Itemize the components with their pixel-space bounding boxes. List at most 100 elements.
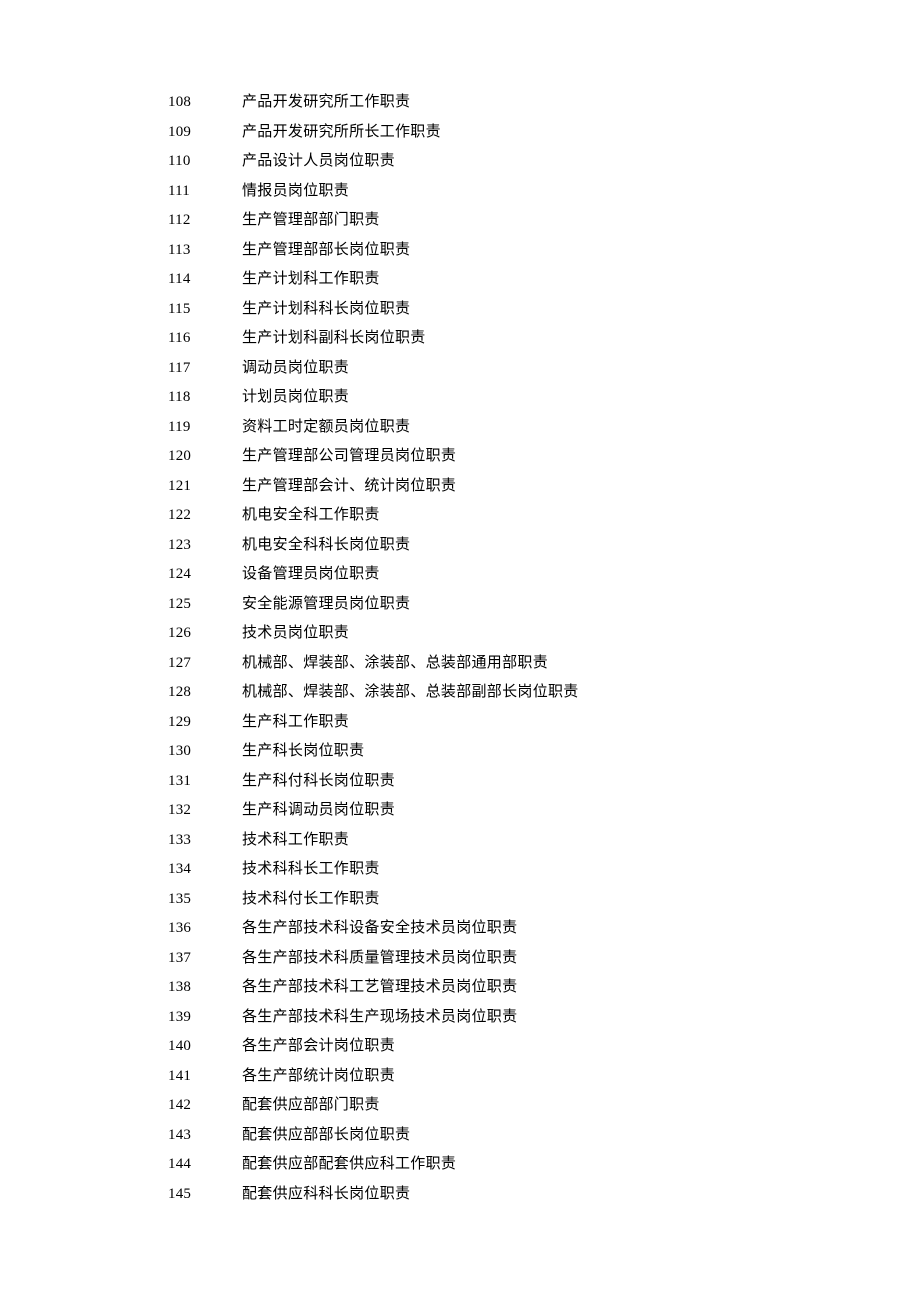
toc-entry-number: 113 bbox=[168, 236, 242, 266]
toc-entry-number: 118 bbox=[168, 383, 242, 413]
toc-entry-title: 配套供应科科长岗位职责 bbox=[242, 1180, 410, 1210]
toc-row: 134技术科科长工作职责 bbox=[168, 855, 920, 885]
toc-entry-number: 144 bbox=[168, 1150, 242, 1180]
toc-entry-title: 机械部、焊装部、涂装部、总装部通用部职责 bbox=[242, 649, 548, 679]
toc-entry-number: 137 bbox=[168, 944, 242, 974]
toc-entry-title: 配套供应部部长岗位职责 bbox=[242, 1121, 410, 1151]
toc-entry-number: 130 bbox=[168, 737, 242, 767]
toc-entry-number: 108 bbox=[168, 88, 242, 118]
toc-entry-title: 生产管理部会计、统计岗位职责 bbox=[242, 472, 456, 502]
toc-row: 141各生产部统计岗位职责 bbox=[168, 1062, 920, 1092]
toc-row: 131生产科付科长岗位职责 bbox=[168, 767, 920, 797]
toc-row: 124设备管理员岗位职责 bbox=[168, 560, 920, 590]
toc-entry-title: 生产科长岗位职责 bbox=[242, 737, 364, 767]
toc-entry-title: 生产计划科科长岗位职责 bbox=[242, 295, 410, 325]
toc-entry-title: 机械部、焊装部、涂装部、总装部副部长岗位职责 bbox=[242, 678, 579, 708]
toc-entry-title: 安全能源管理员岗位职责 bbox=[242, 590, 410, 620]
toc-entry-title: 机电安全科工作职责 bbox=[242, 501, 380, 531]
toc-entry-number: 109 bbox=[168, 118, 242, 148]
toc-row: 110产品设计人员岗位职责 bbox=[168, 147, 920, 177]
toc-entry-title: 技术科科长工作职责 bbox=[242, 855, 380, 885]
toc-row: 118计划员岗位职责 bbox=[168, 383, 920, 413]
toc-row: 125安全能源管理员岗位职责 bbox=[168, 590, 920, 620]
toc-entry-number: 133 bbox=[168, 826, 242, 856]
toc-entry-number: 143 bbox=[168, 1121, 242, 1151]
toc-entry-number: 122 bbox=[168, 501, 242, 531]
toc-row: 138各生产部技术科工艺管理技术员岗位职责 bbox=[168, 973, 920, 1003]
toc-row: 137各生产部技术科质量管理技术员岗位职责 bbox=[168, 944, 920, 974]
toc-entry-number: 140 bbox=[168, 1032, 242, 1062]
toc-entry-title: 技术科付长工作职责 bbox=[242, 885, 380, 915]
toc-entry-number: 126 bbox=[168, 619, 242, 649]
toc-row: 109产品开发研究所所长工作职责 bbox=[168, 118, 920, 148]
toc-entry-number: 142 bbox=[168, 1091, 242, 1121]
table-of-contents: 108产品开发研究所工作职责109产品开发研究所所长工作职责110产品设计人员岗… bbox=[168, 88, 920, 1209]
toc-entry-title: 技术科工作职责 bbox=[242, 826, 349, 856]
toc-row: 114生产计划科工作职责 bbox=[168, 265, 920, 295]
toc-row: 122机电安全科工作职责 bbox=[168, 501, 920, 531]
toc-entry-number: 111 bbox=[168, 177, 242, 207]
toc-entry-title: 配套供应部部门职责 bbox=[242, 1091, 380, 1121]
toc-row: 119资料工时定额员岗位职责 bbox=[168, 413, 920, 443]
toc-entry-title: 各生产部技术科质量管理技术员岗位职责 bbox=[242, 944, 517, 974]
toc-row: 143配套供应部部长岗位职责 bbox=[168, 1121, 920, 1151]
toc-entry-title: 配套供应部配套供应科工作职责 bbox=[242, 1150, 456, 1180]
toc-row: 142配套供应部部门职责 bbox=[168, 1091, 920, 1121]
toc-entry-title: 各生产部技术科生产现场技术员岗位职责 bbox=[242, 1003, 517, 1033]
toc-entry-title: 生产计划科工作职责 bbox=[242, 265, 380, 295]
toc-entry-number: 135 bbox=[168, 885, 242, 915]
toc-entry-number: 125 bbox=[168, 590, 242, 620]
toc-entry-title: 生产管理部公司管理员岗位职责 bbox=[242, 442, 456, 472]
toc-row: 115生产计划科科长岗位职责 bbox=[168, 295, 920, 325]
toc-row: 123机电安全科科长岗位职责 bbox=[168, 531, 920, 561]
toc-row: 111情报员岗位职责 bbox=[168, 177, 920, 207]
toc-entry-number: 116 bbox=[168, 324, 242, 354]
toc-row: 145配套供应科科长岗位职责 bbox=[168, 1180, 920, 1210]
toc-entry-title: 调动员岗位职责 bbox=[242, 354, 349, 384]
toc-entry-title: 生产管理部部长岗位职责 bbox=[242, 236, 410, 266]
toc-entry-number: 141 bbox=[168, 1062, 242, 1092]
toc-entry-title: 生产科付科长岗位职责 bbox=[242, 767, 395, 797]
toc-entry-title: 设备管理员岗位职责 bbox=[242, 560, 380, 590]
toc-entry-title: 生产管理部部门职责 bbox=[242, 206, 380, 236]
toc-entry-number: 121 bbox=[168, 472, 242, 502]
toc-entry-number: 131 bbox=[168, 767, 242, 797]
toc-row: 108产品开发研究所工作职责 bbox=[168, 88, 920, 118]
toc-entry-title: 生产科工作职责 bbox=[242, 708, 349, 738]
toc-entry-number: 134 bbox=[168, 855, 242, 885]
toc-row: 121生产管理部会计、统计岗位职责 bbox=[168, 472, 920, 502]
toc-row: 113生产管理部部长岗位职责 bbox=[168, 236, 920, 266]
toc-entry-number: 120 bbox=[168, 442, 242, 472]
toc-entry-title: 生产科调动员岗位职责 bbox=[242, 796, 395, 826]
toc-entry-title: 产品开发研究所所长工作职责 bbox=[242, 118, 441, 148]
toc-entry-number: 128 bbox=[168, 678, 242, 708]
toc-entry-number: 127 bbox=[168, 649, 242, 679]
toc-entry-title: 情报员岗位职责 bbox=[242, 177, 349, 207]
toc-entry-number: 115 bbox=[168, 295, 242, 325]
toc-row: 132生产科调动员岗位职责 bbox=[168, 796, 920, 826]
toc-entry-number: 123 bbox=[168, 531, 242, 561]
toc-row: 127机械部、焊装部、涂装部、总装部通用部职责 bbox=[168, 649, 920, 679]
toc-entry-title: 各生产部统计岗位职责 bbox=[242, 1062, 395, 1092]
toc-entry-title: 生产计划科副科长岗位职责 bbox=[242, 324, 426, 354]
toc-row: 126技术员岗位职责 bbox=[168, 619, 920, 649]
toc-row: 120生产管理部公司管理员岗位职责 bbox=[168, 442, 920, 472]
toc-entry-title: 技术员岗位职责 bbox=[242, 619, 349, 649]
toc-row: 135技术科付长工作职责 bbox=[168, 885, 920, 915]
toc-entry-number: 117 bbox=[168, 354, 242, 384]
toc-entry-title: 各生产部技术科设备安全技术员岗位职责 bbox=[242, 914, 517, 944]
toc-row: 133技术科工作职责 bbox=[168, 826, 920, 856]
toc-entry-number: 114 bbox=[168, 265, 242, 295]
toc-row: 128机械部、焊装部、涂装部、总装部副部长岗位职责 bbox=[168, 678, 920, 708]
toc-entry-title: 资料工时定额员岗位职责 bbox=[242, 413, 410, 443]
toc-entry-number: 129 bbox=[168, 708, 242, 738]
toc-row: 129生产科工作职责 bbox=[168, 708, 920, 738]
document-page: 108产品开发研究所工作职责109产品开发研究所所长工作职责110产品设计人员岗… bbox=[0, 0, 920, 1209]
toc-entry-number: 145 bbox=[168, 1180, 242, 1210]
toc-entry-number: 132 bbox=[168, 796, 242, 826]
toc-row: 139各生产部技术科生产现场技术员岗位职责 bbox=[168, 1003, 920, 1033]
toc-entry-title: 计划员岗位职责 bbox=[242, 383, 349, 413]
toc-entry-title: 产品开发研究所工作职责 bbox=[242, 88, 410, 118]
toc-row: 140各生产部会计岗位职责 bbox=[168, 1032, 920, 1062]
toc-entry-title: 各生产部技术科工艺管理技术员岗位职责 bbox=[242, 973, 517, 1003]
